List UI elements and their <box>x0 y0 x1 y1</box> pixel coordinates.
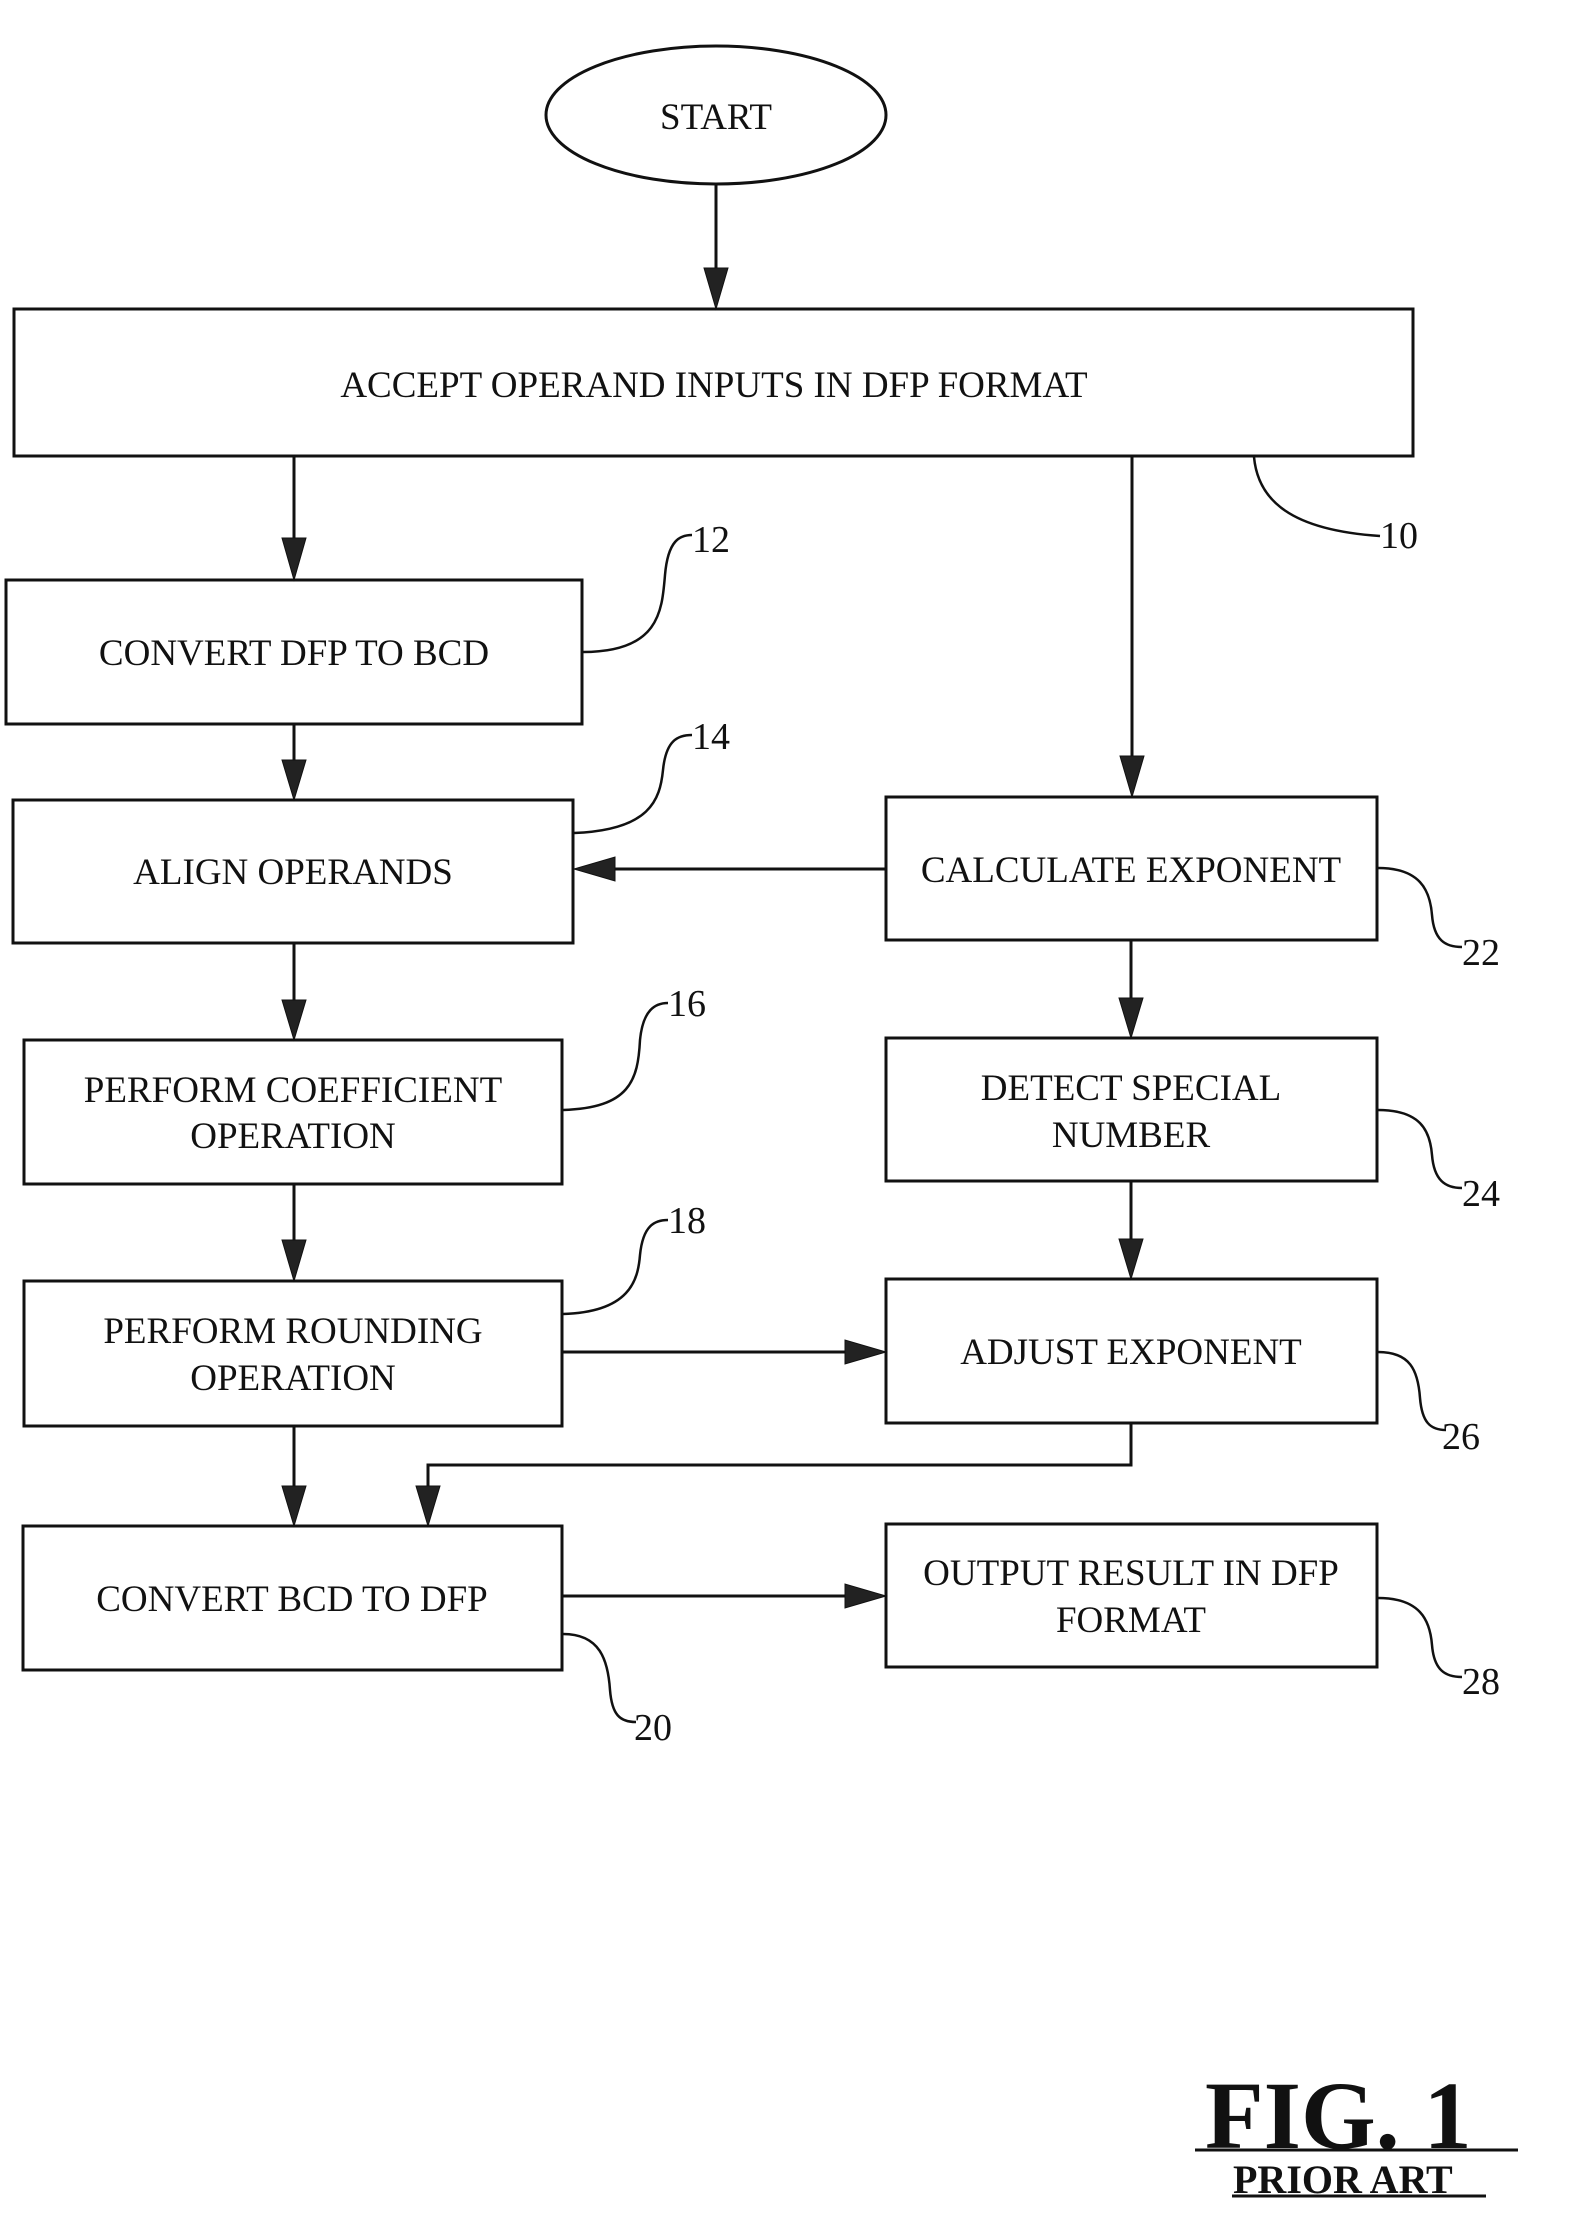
ref-22-leader <box>1377 866 1463 949</box>
arrowhead-down-icon <box>281 1485 307 1528</box>
arrowhead-right-icon <box>844 1583 888 1609</box>
arrowhead-right-icon <box>844 1339 888 1365</box>
step-18-rounding-operation: PERFORM ROUNDING OPERATION <box>22 1279 564 1428</box>
edge-26-20 <box>426 1423 1133 1496</box>
arrowhead-down-icon <box>281 759 307 802</box>
ref-10-leader <box>1252 456 1381 538</box>
step-10-accept-operands: ACCEPT OPERAND INPUTS IN DFP FORMAT <box>12 307 1415 458</box>
step-28-output-result: OUTPUT RESULT IN DFP FORMAT <box>884 1522 1379 1669</box>
step-18-label-line-1: PERFORM ROUNDING <box>103 1311 482 1352</box>
step-24-box <box>884 1036 1379 1183</box>
ref-20-leader <box>562 1632 637 1724</box>
step-12-convert-dfp-to-bcd: CONVERT DFP TO BCD <box>4 578 584 726</box>
step-28-box <box>884 1522 1379 1669</box>
step-24-detect-special-number: DETECT SPECIAL NUMBER <box>884 1036 1379 1183</box>
ref-12-leader <box>582 533 693 654</box>
ref-14: 14 <box>692 716 730 758</box>
arrowhead-down-icon <box>281 999 307 1042</box>
step-18-label-line-2: OPERATION <box>190 1358 396 1399</box>
step-16-coefficient-operation: PERFORM COEFFICIENT OPERATION <box>22 1038 564 1186</box>
start-node: START <box>544 44 888 186</box>
step-20-convert-bcd-to-dfp: CONVERT BCD TO DFP <box>21 1524 564 1672</box>
step-14-align-operands: ALIGN OPERANDS <box>11 798 575 945</box>
step-24-label-line-2: NUMBER <box>1052 1115 1211 1156</box>
ref-24-leader <box>1377 1108 1463 1190</box>
ref-16-leader <box>562 1001 669 1112</box>
step-14-label: ALIGN OPERANDS <box>133 852 453 893</box>
figure-caption: FIG. 1 PRIOR ART <box>1195 2062 1518 2202</box>
step-12-label: CONVERT DFP TO BCD <box>99 633 489 674</box>
step-22-calculate-exponent: CALCULATE EXPONENT <box>884 795 1379 942</box>
ref-26-leader <box>1377 1350 1447 1432</box>
arrowhead-down-icon <box>703 267 729 311</box>
arrowhead-down-icon <box>281 537 307 582</box>
arrowhead-left-icon <box>572 856 616 882</box>
step-16-box <box>22 1038 564 1186</box>
step-18-box <box>22 1279 564 1428</box>
ref-28: 28 <box>1462 1661 1500 1703</box>
ref-22: 22 <box>1462 932 1500 974</box>
ref-26: 26 <box>1442 1416 1480 1458</box>
arrowhead-down-icon <box>1118 997 1144 1040</box>
ref-18: 18 <box>668 1200 706 1242</box>
ref-12: 12 <box>692 519 730 561</box>
arrowhead-down-icon <box>1118 1238 1144 1281</box>
ref-20: 20 <box>634 1707 672 1749</box>
step-28-label-line-2: FORMAT <box>1056 1600 1206 1641</box>
step-20-label: CONVERT BCD TO DFP <box>96 1579 488 1620</box>
step-28-label-line-1: OUTPUT RESULT IN DFP <box>923 1553 1339 1594</box>
ref-10: 10 <box>1380 515 1418 557</box>
figure-title: FIG. 1 <box>1205 2062 1472 2169</box>
step-22-label: CALCULATE EXPONENT <box>921 850 1341 891</box>
arrowhead-down-icon <box>1119 755 1145 799</box>
step-16-label-line-1: PERFORM COEFFICIENT <box>84 1070 502 1111</box>
step-26-label: ADJUST EXPONENT <box>960 1332 1302 1373</box>
arrowhead-down-icon <box>415 1485 441 1528</box>
step-26-adjust-exponent: ADJUST EXPONENT <box>884 1277 1379 1425</box>
ref-28-leader <box>1377 1596 1463 1679</box>
step-24-label-line-1: DETECT SPECIAL <box>981 1068 1281 1109</box>
start-label: START <box>660 97 772 138</box>
step-16-label-line-2: OPERATION <box>190 1116 396 1157</box>
ref-16: 16 <box>668 983 706 1025</box>
ref-18-leader <box>562 1218 669 1316</box>
arrowhead-down-icon <box>281 1239 307 1283</box>
step-10-label: ACCEPT OPERAND INPUTS IN DFP FORMAT <box>340 365 1087 406</box>
flowchart: START ACCEPT OPERAND INPUTS IN DFP FORMA… <box>4 44 1518 2202</box>
ref-24: 24 <box>1462 1173 1500 1215</box>
ref-14-leader <box>573 733 693 835</box>
